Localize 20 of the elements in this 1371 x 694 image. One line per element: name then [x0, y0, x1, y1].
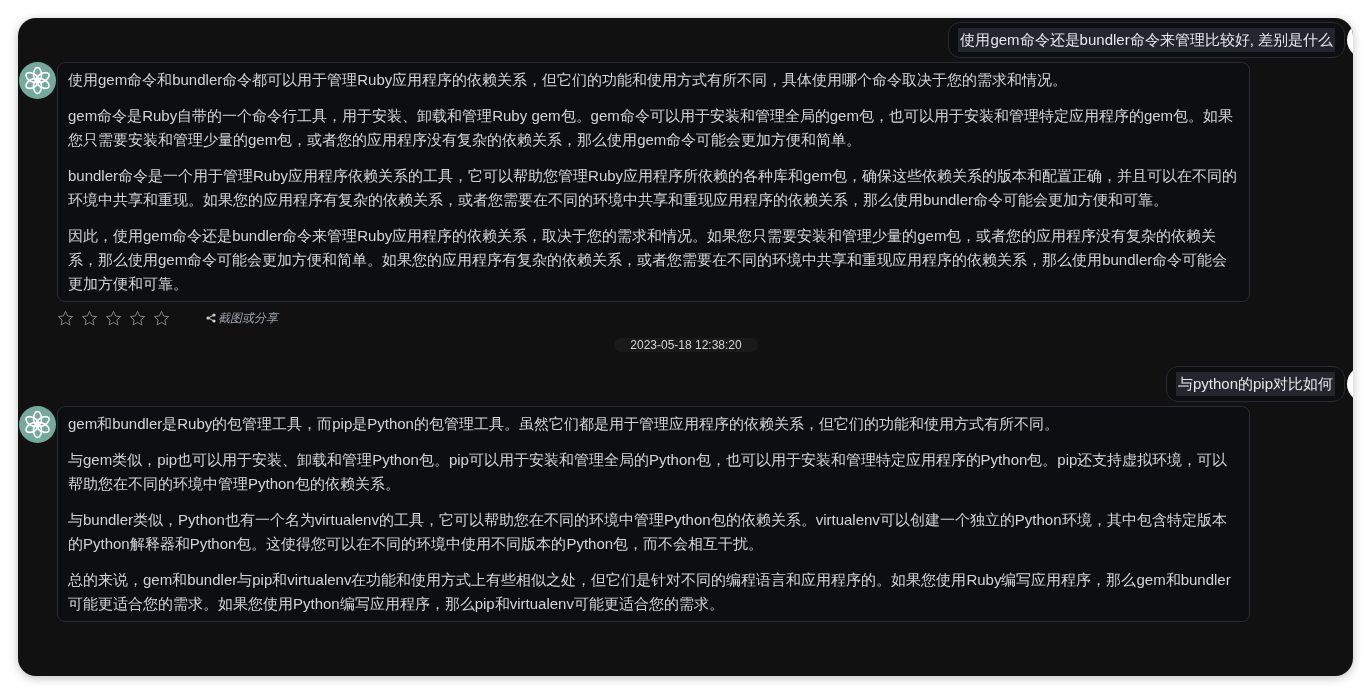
message-paragraph: gem命令是Ruby自带的一个命令行工具，用于安装、卸载和管理Ruby gem包。gem命令可以用于安装和管理全局的gem包，也可以用于安装和管理特定应用程序的gem包。如果您只需要安装和管理少量的gem包，或者您的应用程序没有复杂的依赖关系，那么使用gem命令可能会更加方便和简单。: [68, 106, 1235, 150]
message-paragraph: 与bundler类似，Python也有一个名为virtualenv的工具，它可以帮助您在不同的环境中管理Python包的依赖关系。virtualenv可以创建一个独立的Python环境，其中包含特定版本的Python解释器和Python包。这使得您可以在不同的环境中使用不同版本的Python包，而不会相互干扰。: [68, 510, 1228, 554]
user-message-text: 与python的pip对比如何: [1175, 372, 1335, 396]
message-paragraph: gem和bundler是Ruby的包管理工具，而pip是Python的包管理工具。虽然它们都是用于管理应用程序的依赖关系，但它们的功能和使用方式有所不同。: [68, 414, 1060, 434]
star-icon[interactable]: [81, 309, 98, 327]
message-paragraph: bundler命令是一个用于管理Ruby应用程序依赖关系的工具，它可以帮助您管理Ruby应用程序所依赖的各种库和gem包，确保这些依赖关系的版本和配置正确，并且可以在不同的环境中共享和重现。如果您的应用程序有复杂的依赖关系，或者您需要在不同的环境中共享和重现应用程序的依赖关系，那么使用bundler命令可能会更加方便和可靠。: [68, 166, 1239, 210]
timestamp: 2023-05-18 12:38:20: [614, 338, 758, 352]
knot-logo-icon: [19, 406, 56, 443]
share-link[interactable]: 截图或分享: [206, 309, 278, 327]
knot-logo-icon: [19, 62, 56, 99]
star-icon[interactable]: [105, 309, 122, 327]
star-icon[interactable]: [57, 309, 74, 327]
share-icon: [206, 313, 216, 323]
message-paragraph: 因此，使用gem命令还是bundler命令来管理Ruby应用程序的依赖关系，取决于您的需求和情况。如果您只需要安装和管理少量的gem包，或者您的应用程序没有复杂的依赖关系，那么使用gem命令可能会更加方便和简单。如果您的应用程序有复杂的依赖关系，或者您需要在不同的环境中共享和重现应用程序的依赖关系，那么使用bundler命令可能会更加方便和可靠。: [68, 226, 1229, 294]
star-icon[interactable]: [153, 309, 170, 327]
message-paragraph: 总的来说，gem和bundler与pip和virtualenv在功能和使用方式上有些相似之处，但它们是针对不同的编程语言和应用程序的。如果您使用Ruby编写应用程序，那么gem和bundler可能更适合您的需求。如果您使用Python编写应用程序，那么pip和virtualenv可能更适合您的需求。: [68, 570, 1232, 614]
message-paragraph: 与gem类似，pip也可以用于安装、卸载和管理Python包。pip可以用于安装和管理全局的Python包，也可以用于安装和管理特定应用程序的Python包。pip还支持虚拟环境，可以帮助您在不同的环境中管理Python包的依赖关系。: [68, 450, 1229, 494]
user-message-text: 使用gem命令还是bundler命令来管理比较好, 差别是什么: [958, 28, 1335, 52]
message-paragraph: 使用gem命令和bundler命令都可以用于管理Ruby应用程序的依赖关系，但它们的功能和使用方式有所不同，具体使用哪个命令取决于您的需求和情况。: [68, 70, 1069, 90]
star-icon[interactable]: [129, 309, 146, 327]
